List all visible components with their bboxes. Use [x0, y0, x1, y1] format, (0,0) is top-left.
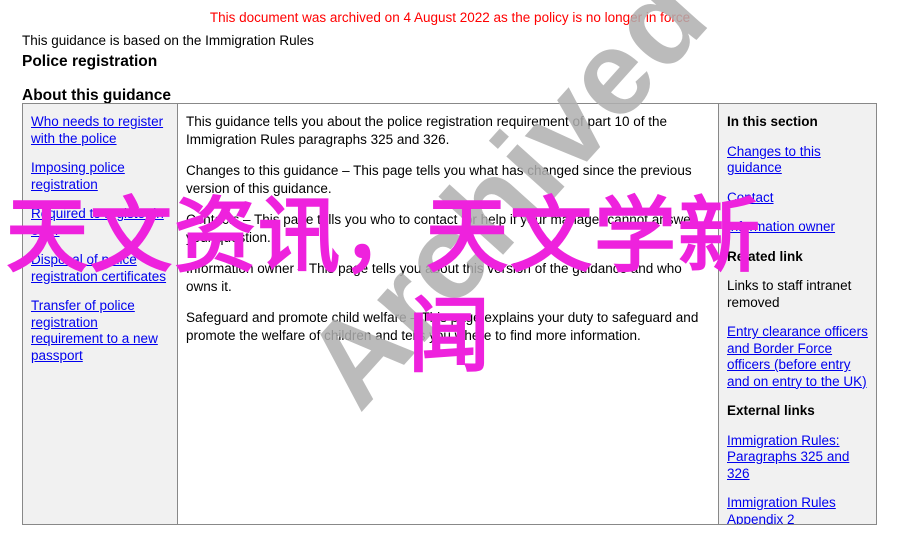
- archived-notice-banner: This document was archived on 4 August 2…: [209, 10, 691, 25]
- guidance-layout-table: Who needs to register with the police Im…: [22, 103, 877, 525]
- left-navigation-column: Who needs to register with the police Im…: [23, 104, 178, 524]
- paragraph-about-guidance: This guidance tells you about the police…: [186, 114, 668, 147]
- in-this-section-heading: In this section: [727, 114, 818, 129]
- section-link-changes-to-this-guidance[interactable]: Changes to this guidance: [727, 144, 868, 177]
- section-link-information-owner[interactable]: Information owner: [727, 219, 868, 236]
- paragraph-information-owner: Information owner – This page tells you …: [186, 261, 682, 294]
- paragraph-safeguard-child-welfare: Safeguard and promote child welfare – Th…: [186, 310, 699, 343]
- main-content-column: This guidance tells you about the police…: [178, 104, 719, 524]
- nav-link-imposing-police-registration[interactable]: Imposing police registration: [31, 160, 169, 193]
- external-link-immigration-rules-paragraphs[interactable]: Immigration Rules: Paragraphs 325 and 32…: [727, 433, 868, 483]
- page-title: Police registration: [22, 53, 158, 70]
- nav-link-who-needs-to-register[interactable]: Who needs to register with the police: [31, 114, 169, 147]
- based-on-rules-line: This guidance is based on the Immigratio…: [22, 33, 314, 48]
- related-link-entry-clearance-officers[interactable]: Entry clearance officers and Border Forc…: [727, 324, 868, 390]
- related-link-heading: Related link: [727, 248, 803, 264]
- nav-link-required-to-register-in-error[interactable]: Required to register in error: [31, 206, 169, 239]
- related-link-note: Links to staff intranet removed: [727, 278, 852, 310]
- external-link-immigration-rules-appendix-2[interactable]: Immigration Rules Appendix 2: [727, 495, 868, 524]
- nav-link-transfer-to-new-passport[interactable]: Transfer of police registration requirem…: [31, 298, 169, 364]
- external-links-heading: External links: [727, 403, 815, 418]
- right-in-this-section-column: In this section Changes to this guidance…: [719, 104, 876, 524]
- paragraph-contacts: Contacts – This page tells you who to co…: [186, 212, 696, 245]
- section-link-contact[interactable]: Contact: [727, 190, 868, 207]
- paragraph-changes-to-this-guidance: Changes to this guidance – This page tel…: [186, 163, 692, 196]
- nav-link-disposal-of-certificates[interactable]: Disposal of police registration certific…: [31, 252, 169, 285]
